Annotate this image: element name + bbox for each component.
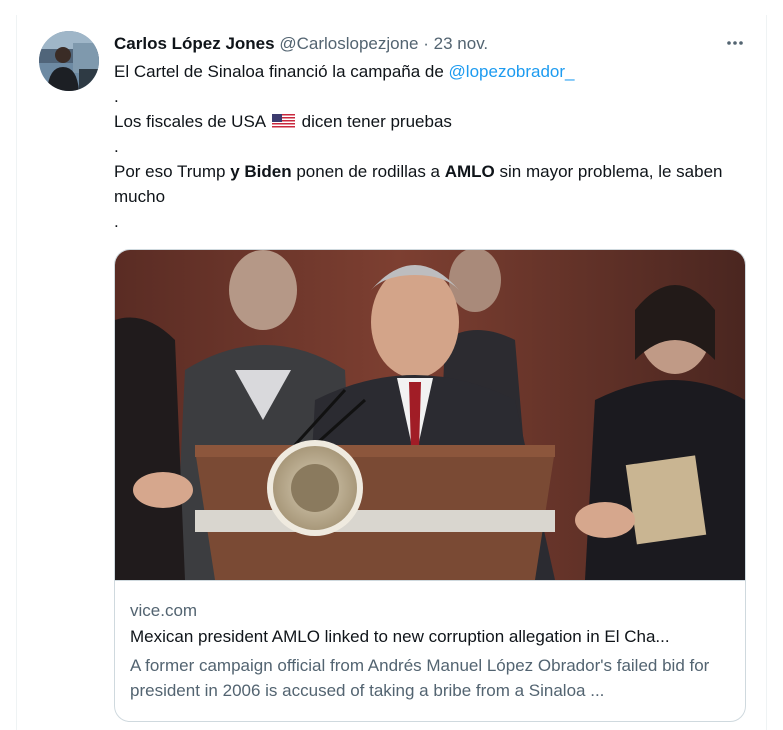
us-flag-icon bbox=[271, 114, 295, 129]
link-preview-card[interactable]: vice.com Mexican president AMLO linked t… bbox=[114, 249, 746, 722]
tweet-line: El Cartel de Sinaloa financió la campaña… bbox=[114, 59, 744, 84]
text-segment: dicen tener pruebas bbox=[296, 112, 452, 131]
tweet[interactable]: Carlos López Jones @Carloslopezjone · 23… bbox=[16, 15, 767, 730]
bold-text: AMLO bbox=[444, 162, 495, 181]
previous-tweet-edge bbox=[16, 0, 767, 16]
text-segment: El Cartel de Sinaloa financió la campaña… bbox=[114, 62, 449, 81]
text-segment: Los fiscales de USA bbox=[114, 112, 270, 131]
dot-line: . bbox=[114, 137, 119, 156]
mention-link[interactable]: @lopezobrador_ bbox=[449, 62, 575, 81]
more-options-button[interactable] bbox=[723, 33, 747, 53]
tweet-line: Los fiscales de USA dicen tener pruebas bbox=[114, 109, 744, 134]
card-title[interactable]: Mexican president AMLO linked to new cor… bbox=[130, 626, 730, 648]
text-segment: Por eso Trump bbox=[114, 162, 231, 181]
tweet-timestamp[interactable]: 23 nov. bbox=[434, 34, 489, 53]
card-domain: vice.com bbox=[130, 601, 198, 620]
dot-line: . bbox=[114, 212, 119, 231]
user-handle[interactable]: @Carloslopezjone bbox=[279, 34, 418, 53]
display-name[interactable]: Carlos López Jones bbox=[114, 34, 275, 53]
avatar[interactable] bbox=[39, 31, 99, 91]
card-description: A former campaign official from Andrés M… bbox=[130, 656, 710, 700]
more-horizontal-icon bbox=[727, 41, 743, 45]
tweet-header: Carlos López Jones @Carloslopezjone · 23… bbox=[114, 34, 488, 54]
text-segment: ponen de rodillas a bbox=[291, 162, 445, 181]
tweet-text: El Cartel de Sinaloa financió la campaña… bbox=[114, 59, 744, 234]
dot-line: . bbox=[114, 87, 119, 106]
card-image bbox=[115, 250, 745, 581]
tweet-line: Por eso Trump y Biden ponen de rodillas … bbox=[114, 159, 744, 209]
bold-text: y Biden bbox=[230, 162, 292, 181]
avatar-photo bbox=[39, 31, 99, 91]
separator-dot: · bbox=[423, 34, 429, 53]
